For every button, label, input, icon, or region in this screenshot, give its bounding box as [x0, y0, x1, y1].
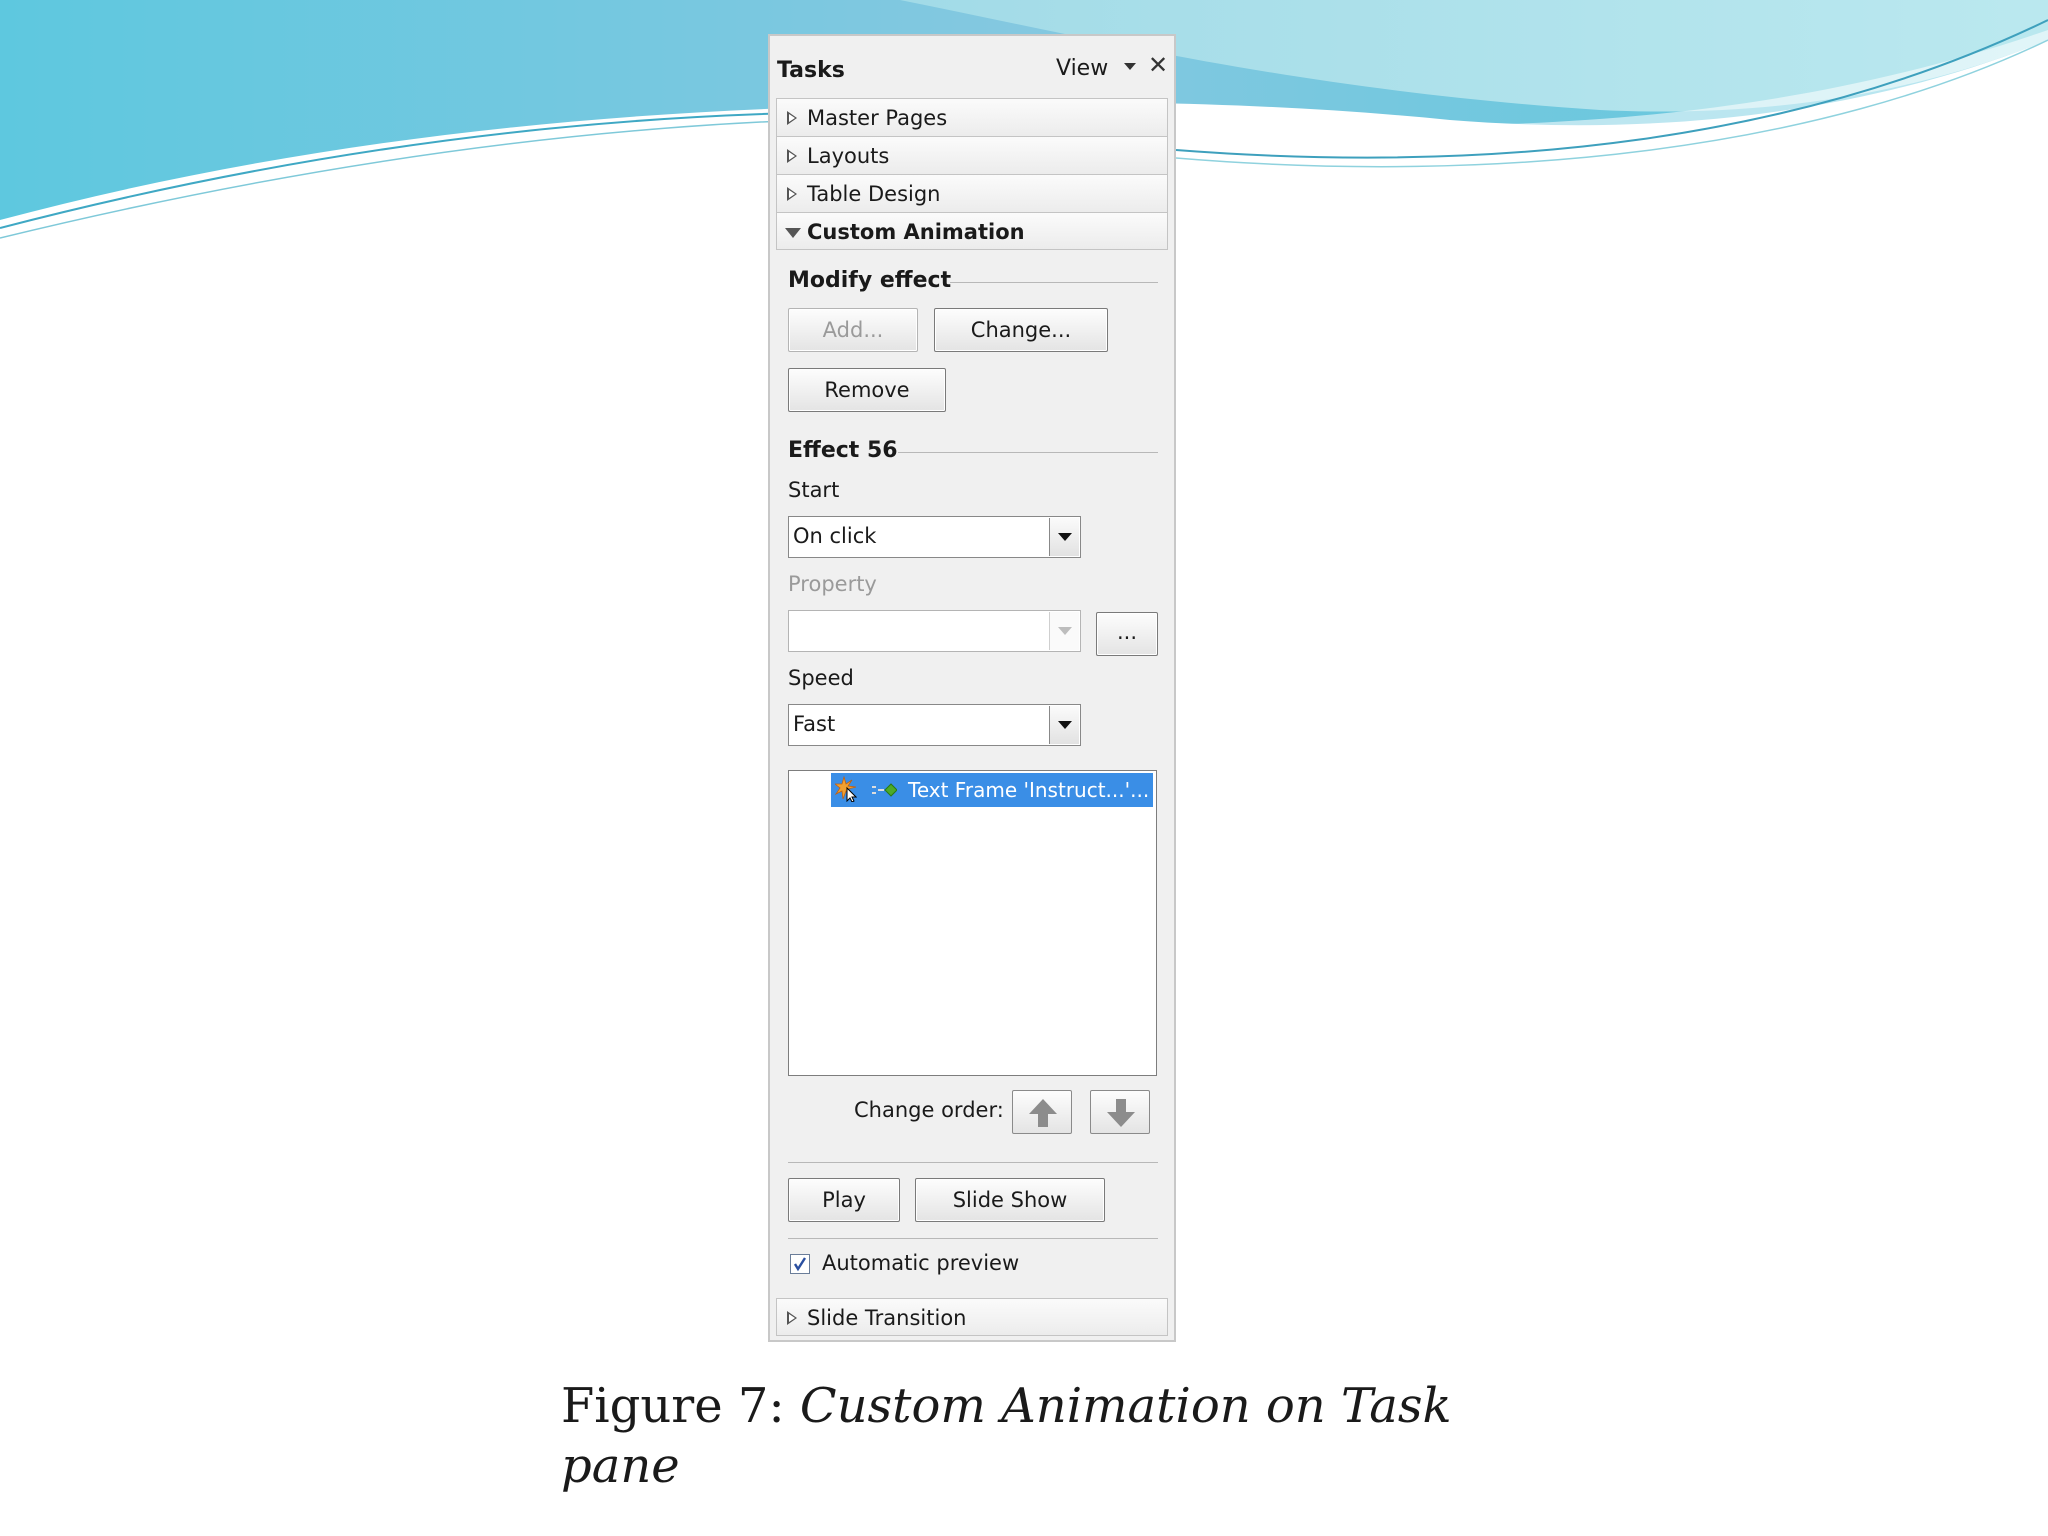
- section-label: Custom Animation: [807, 220, 1025, 244]
- section-custom-animation[interactable]: Custom Animation: [776, 212, 1168, 250]
- expand-triangle-icon: [787, 111, 797, 125]
- chevron-down-icon: [1058, 533, 1072, 541]
- arrow-down-icon: [1107, 1099, 1135, 1127]
- start-label: Start: [788, 478, 840, 502]
- effect-list[interactable]: Text Frame 'Instruct...'...: [788, 770, 1157, 1076]
- move-down-button[interactable]: [1090, 1090, 1150, 1134]
- section-label: Table Design: [807, 182, 941, 206]
- figure-caption: Figure 7: Custom Animation on Task pane: [561, 1376, 1461, 1496]
- speed-select[interactable]: Fast: [788, 704, 1081, 746]
- animation-starburst-icon: [835, 776, 857, 802]
- tasks-pane: Tasks View ✕ Master Pages Layouts Table …: [768, 34, 1176, 1342]
- checkmark-icon: [793, 1257, 807, 1272]
- close-icon[interactable]: ✕: [1146, 52, 1170, 78]
- divider: [788, 1238, 1158, 1239]
- task-section-list: Master Pages Layouts Table Design Custom…: [776, 98, 1168, 250]
- start-select-value: On click: [793, 524, 877, 548]
- modify-effect-heading: Modify effect: [788, 268, 952, 293]
- entrance-effect-icon: [872, 783, 897, 797]
- section-layouts[interactable]: Layouts: [776, 136, 1168, 174]
- section-label: Master Pages: [807, 106, 948, 130]
- change-order-label: Change order:: [854, 1098, 1004, 1122]
- automatic-preview-checkbox[interactable]: [790, 1254, 810, 1274]
- property-options-button[interactable]: ...: [1096, 612, 1158, 656]
- add-effect-button[interactable]: Add...: [788, 308, 918, 352]
- remove-effect-button[interactable]: Remove: [788, 368, 946, 412]
- section-label: Slide Transition: [807, 1306, 967, 1330]
- pane-title: Tasks: [777, 58, 845, 83]
- pane-header: Tasks View ✕: [770, 36, 1174, 86]
- arrow-up-icon: [1029, 1099, 1057, 1127]
- start-select[interactable]: On click: [788, 516, 1081, 558]
- dropdown-button[interactable]: [1049, 706, 1079, 744]
- view-menu-button[interactable]: View: [1056, 56, 1108, 81]
- play-button[interactable]: Play: [788, 1178, 900, 1222]
- divider: [788, 1162, 1158, 1163]
- expand-triangle-icon: [787, 149, 797, 163]
- group-divider: [898, 452, 1158, 453]
- dropdown-button[interactable]: [1049, 518, 1079, 556]
- chevron-down-icon: [1058, 627, 1072, 635]
- expand-triangle-icon: [787, 1311, 797, 1325]
- move-up-button[interactable]: [1012, 1090, 1072, 1134]
- caption-prefix: Figure 7:: [561, 1378, 800, 1434]
- property-select[interactable]: [788, 610, 1081, 652]
- speed-label: Speed: [788, 666, 854, 690]
- automatic-preview-label: Automatic preview: [822, 1251, 1020, 1275]
- effect-list-item-label: Text Frame 'Instruct...'...: [908, 778, 1150, 802]
- change-effect-button[interactable]: Change...: [934, 308, 1108, 352]
- dropdown-button[interactable]: [1049, 612, 1079, 650]
- group-divider: [950, 282, 1158, 283]
- slide-show-button[interactable]: Slide Show: [915, 1178, 1105, 1222]
- effect-list-item[interactable]: Text Frame 'Instruct...'...: [831, 773, 1153, 807]
- section-label: Layouts: [807, 144, 890, 168]
- section-master-pages[interactable]: Master Pages: [776, 98, 1168, 136]
- section-table-design[interactable]: Table Design: [776, 174, 1168, 212]
- section-slide-transition[interactable]: Slide Transition: [776, 1298, 1168, 1336]
- collapse-triangle-icon: [785, 228, 801, 238]
- chevron-down-icon: [1058, 721, 1072, 729]
- dropdown-arrow-icon[interactable]: [1124, 63, 1136, 70]
- expand-triangle-icon: [787, 187, 797, 201]
- effect-heading: Effect 56: [788, 438, 898, 463]
- speed-select-value: Fast: [793, 712, 836, 736]
- property-label: Property: [788, 572, 877, 596]
